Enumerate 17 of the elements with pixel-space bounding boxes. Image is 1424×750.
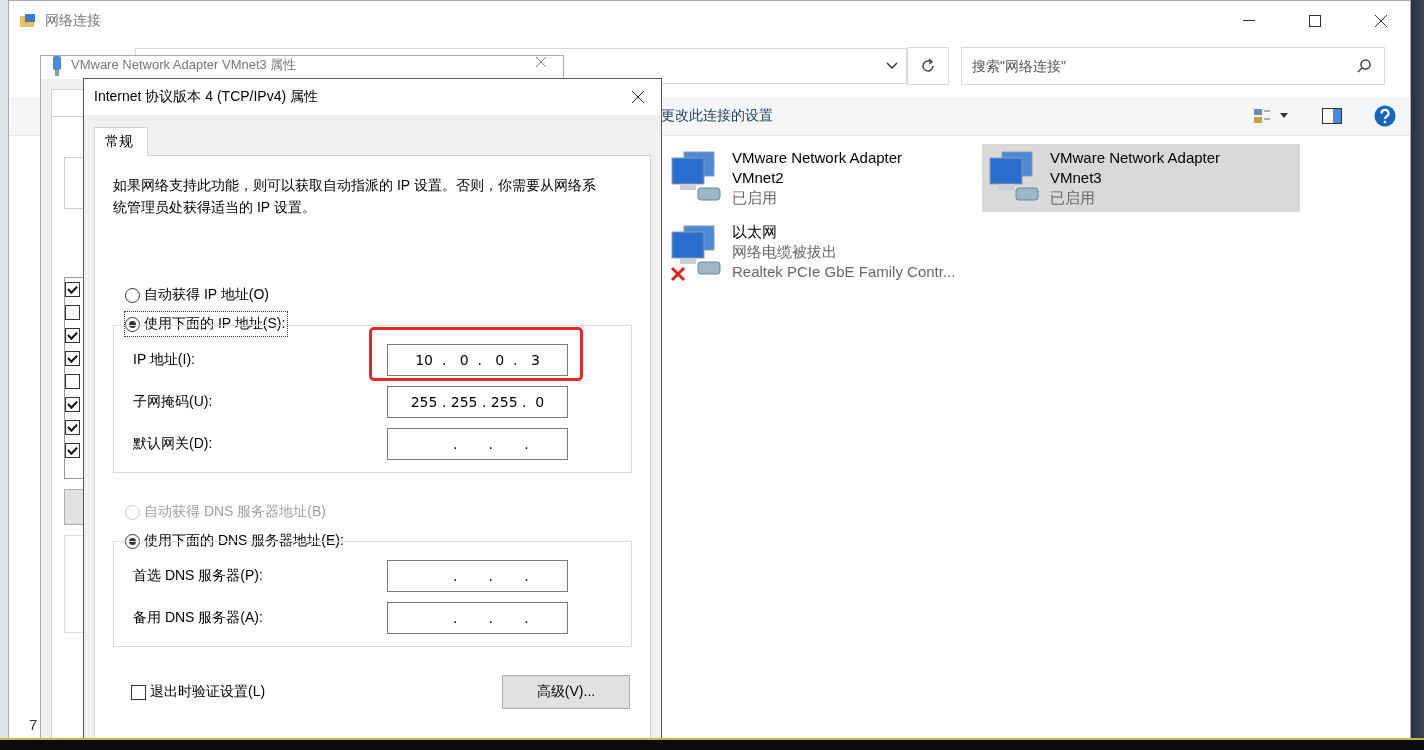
connection-name: VMware Network Adapter VMnet2 [732, 148, 904, 188]
connection-status: 已启用 [1050, 188, 1096, 208]
field-label: 子网掩码(U): [133, 393, 214, 411]
connection-status: 已启用 [732, 188, 778, 208]
connection-name: 以太网 [732, 222, 778, 242]
field-label: 默认网关(D): [133, 435, 214, 453]
field-label: 备用 DNS 服务器(A): [133, 609, 264, 627]
window-title: VMware Network Adapter VMnet3 属性 [71, 56, 297, 74]
item-count: 7 [29, 716, 38, 733]
description-text: 如果网络支持此功能，则可以获取自动指派的 IP 设置。否则，你需要从网络系统管理员处获得适当的 IP 设置。 [113, 176, 597, 217]
connection-name: VMware Network Adapter VMnet3 [1050, 148, 1222, 188]
connection-status: 网络电缆被拔出 [732, 242, 838, 262]
window-title: 网络连接 [45, 12, 101, 30]
field-label: IP 地址(I): [133, 351, 196, 369]
dialog-title: Internet 协议版本 4 (TCP/IPv4) 属性 [94, 88, 319, 106]
field-label: 首选 DNS 服务器(P): [133, 567, 264, 585]
device-name: Realtek PCIe GbE Family Contr... [732, 262, 956, 282]
